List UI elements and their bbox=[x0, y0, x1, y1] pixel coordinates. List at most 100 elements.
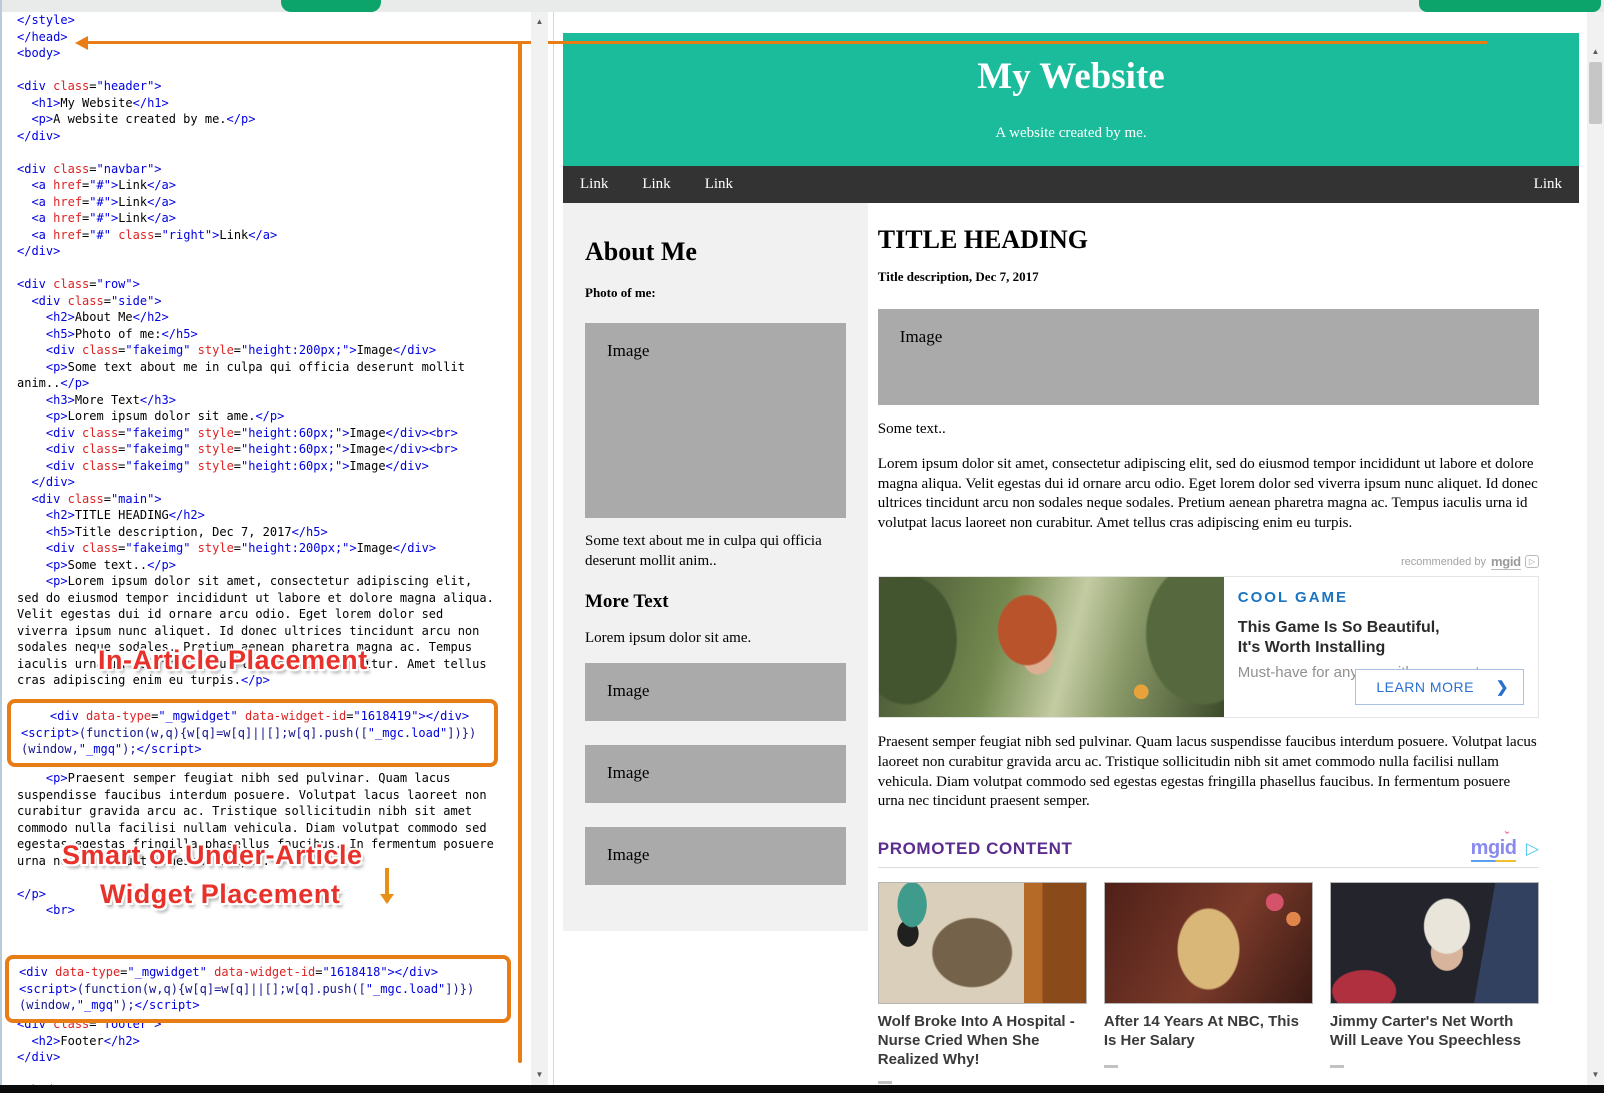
nav-link-right[interactable]: Link bbox=[1517, 166, 1579, 203]
panel-divider bbox=[553, 12, 554, 1085]
code-section-bottom: <div class="footer"> <h2>Footer</h2></di… bbox=[2, 1016, 525, 1085]
under-article-placement-label-line1: Smart or Under-Article bbox=[62, 840, 363, 871]
code-line: Velit egestas dui id ornare arcu odio. E… bbox=[17, 606, 525, 623]
code-line: <a href="#">Link</a> bbox=[17, 194, 525, 211]
code-line: </div> bbox=[17, 474, 525, 491]
window-bottom-bar bbox=[0, 1085, 1604, 1093]
code-line: </div> bbox=[17, 243, 525, 260]
code-line: <p>Lorem ipsum dolor sit ame.</p> bbox=[17, 408, 525, 425]
under-article-widget: PROMOTED CONTENT mgidˇ ▷ Wolf Broke Into… bbox=[878, 838, 1539, 1085]
code-section-top: </style></head><body> <div class="header… bbox=[2, 12, 525, 689]
sidebar-image-placeholder-3: Image bbox=[585, 827, 846, 885]
code-line: <script>(function(w,q){w[q]=w[q]||[];w[q… bbox=[21, 725, 488, 742]
code-line: <script>(function(w,q){w[q]=w[q]||[];w[q… bbox=[19, 981, 501, 998]
about-text: Some text about me in culpa qui officia … bbox=[585, 532, 846, 571]
recommended-row: recommended by mgid ▷ bbox=[878, 554, 1539, 570]
code-line bbox=[17, 260, 525, 277]
code-line: <a href="#">Link</a> bbox=[17, 177, 525, 194]
code-line: <p>A website created by me.</p> bbox=[17, 111, 525, 128]
nav-link-1[interactable]: Link bbox=[563, 166, 625, 203]
promoted-card[interactable]: Wolf Broke Into A Hospital - Nurse Cried… bbox=[878, 882, 1087, 1085]
code-line: <div class="fakeimg" style="height:60px;… bbox=[17, 441, 525, 458]
mgid-logo-color[interactable]: mgidˇ bbox=[1471, 837, 1517, 862]
promoted-card[interactable]: Jimmy Carter's Net Worth Will Leave You … bbox=[1330, 882, 1539, 1085]
site-title: My Website bbox=[583, 55, 1559, 98]
code-line: <h5>Title description, Dec 7, 2017</h5> bbox=[17, 524, 525, 541]
code-line: <p>Praesent semper feugiat nibh sed pulv… bbox=[17, 770, 525, 787]
code-line: curabitur gravida arcu ac. Tristique sol… bbox=[17, 803, 525, 820]
photo-label: Photo of me: bbox=[585, 285, 846, 301]
navbar: Link Link Link Link bbox=[563, 166, 1579, 203]
code-line: <h2>Footer</h2> bbox=[17, 1033, 525, 1050]
top-button-right[interactable] bbox=[1419, 0, 1601, 12]
code-line: commodo nulla facilisi nullam vehicula. … bbox=[17, 820, 525, 837]
code-line: <div class="fakeimg" style="height:60px;… bbox=[17, 458, 525, 475]
code-line: </div> bbox=[17, 128, 525, 145]
ad-kicker[interactable]: COOL GAME bbox=[1238, 589, 1524, 606]
nav-link-2[interactable]: Link bbox=[625, 166, 687, 203]
in-article-widget-code-box: <div data-type="_mgwidget" data-widget-i… bbox=[7, 699, 498, 767]
scroll-down-icon[interactable]: ▼ bbox=[531, 1067, 548, 1083]
code-line: viverra ipsum nunc aliquet. Id donec ult… bbox=[17, 623, 525, 640]
scroll-up-icon[interactable]: ▲ bbox=[531, 14, 548, 30]
promoted-image-crying[interactable] bbox=[1104, 882, 1313, 1004]
promoted-content-title: PROMOTED CONTENT bbox=[878, 839, 1073, 859]
ad-headline[interactable]: This Game Is So Beautiful, It's Worth In… bbox=[1238, 618, 1444, 658]
scroll-down-icon[interactable]: ▼ bbox=[1587, 1067, 1604, 1083]
code-line: <p>Lorem ipsum dolor sit amet, consectet… bbox=[17, 573, 525, 590]
code-line: <h5>Photo of me:</h5> bbox=[17, 326, 525, 343]
promoted-headline[interactable]: Jimmy Carter's Net Worth Will Leave You … bbox=[1330, 1013, 1539, 1053]
code-line: <h2>About Me</h2> bbox=[17, 309, 525, 326]
mgid-privacy-icon[interactable]: ▷ bbox=[1525, 555, 1539, 568]
article-p-lorem: Lorem ipsum dolor sit amet, consectetur … bbox=[878, 455, 1539, 534]
code-editor-panel: </style></head><body> <div class="header… bbox=[2, 12, 531, 1085]
code-line: sed do eiusmod tempor incididunt ut labo… bbox=[17, 590, 525, 607]
code-line: <a href="#">Link</a> bbox=[17, 210, 525, 227]
widget-down-arrow-icon bbox=[385, 868, 389, 902]
code-line: <h1>My Website</h1> bbox=[17, 95, 525, 112]
code-line: suspendisse faucibus interdum posuere. V… bbox=[17, 787, 525, 804]
promoted-headline[interactable]: Wolf Broke Into A Hospital - Nurse Cried… bbox=[878, 1013, 1087, 1069]
code-line: <p>Some text..</p> bbox=[17, 557, 525, 574]
code-line: <div class="navbar"> bbox=[17, 161, 525, 178]
mgid-play-icon[interactable]: ▷ bbox=[1526, 839, 1539, 858]
promoted-headline[interactable]: After 14 Years At NBC, This Is Her Salar… bbox=[1104, 1013, 1313, 1053]
article-image-placeholder: Image bbox=[878, 309, 1539, 405]
preview-panel-scrollbar[interactable]: ▲ ▼ bbox=[1587, 12, 1604, 1085]
code-line: <div class="fakeimg" style="height:60px;… bbox=[17, 425, 525, 442]
article-subtitle: Title description, Dec 7, 2017 bbox=[878, 269, 1539, 285]
code-line: <div data-type="_mgwidget" data-widget-i… bbox=[21, 708, 488, 725]
learn-more-button[interactable]: LEARN MORE ❯ bbox=[1355, 669, 1524, 705]
code-line: <p>Some text about me in culpa qui offic… bbox=[17, 359, 525, 376]
in-article-ad-widget: COOL GAME This Game Is So Beautiful, It'… bbox=[878, 576, 1539, 718]
code-line: <div class="side"> bbox=[17, 293, 525, 310]
site-subtitle: A website created by me. bbox=[583, 125, 1559, 142]
article-main: TITLE HEADING Title description, Dec 7, … bbox=[868, 203, 1579, 1085]
article-p-praesent: Praesent semper feugiat nibh sed pulvina… bbox=[878, 733, 1539, 812]
sidebar-image-placeholder-1: Image bbox=[585, 663, 846, 721]
article-title: TITLE HEADING bbox=[878, 225, 1539, 255]
scroll-up-icon[interactable]: ▲ bbox=[1587, 44, 1604, 60]
nav-link-3[interactable]: Link bbox=[688, 166, 750, 203]
browser-top-strip bbox=[0, 0, 1604, 12]
ad-image-fantasy-game-scene[interactable] bbox=[879, 577, 1224, 717]
recommended-by-text: recommended by bbox=[1401, 556, 1486, 568]
promoted-image-carter[interactable] bbox=[1330, 882, 1539, 1004]
code-line bbox=[17, 62, 525, 79]
more-text-body: Lorem ipsum dolor sit ame. bbox=[585, 629, 846, 649]
site-header: My Website A website created by me. bbox=[563, 33, 1579, 166]
top-button-left[interactable] bbox=[281, 0, 381, 12]
code-line: <div class="header"> bbox=[17, 78, 525, 95]
scrollbar-thumb[interactable] bbox=[1589, 62, 1602, 124]
body-scope-line bbox=[518, 41, 522, 1063]
promoted-image-wolf[interactable] bbox=[878, 882, 1087, 1004]
sidebar-photo-placeholder: Image bbox=[585, 323, 846, 518]
code-line: <h3>More Text</h3> bbox=[17, 392, 525, 409]
promoted-card[interactable]: After 14 Years At NBC, This Is Her Salar… bbox=[1104, 882, 1313, 1085]
code-line: <div class="main"> bbox=[17, 491, 525, 508]
website-preview-panel: My Website A website created by me. Link… bbox=[556, 12, 1587, 1085]
code-line: (window,"_mgq");</script> bbox=[21, 741, 488, 758]
about-title: About Me bbox=[585, 237, 846, 267]
mgid-logo-gray[interactable]: mgid bbox=[1491, 554, 1521, 570]
code-panel-scrollbar[interactable]: ▲ ▼ bbox=[531, 12, 548, 1085]
